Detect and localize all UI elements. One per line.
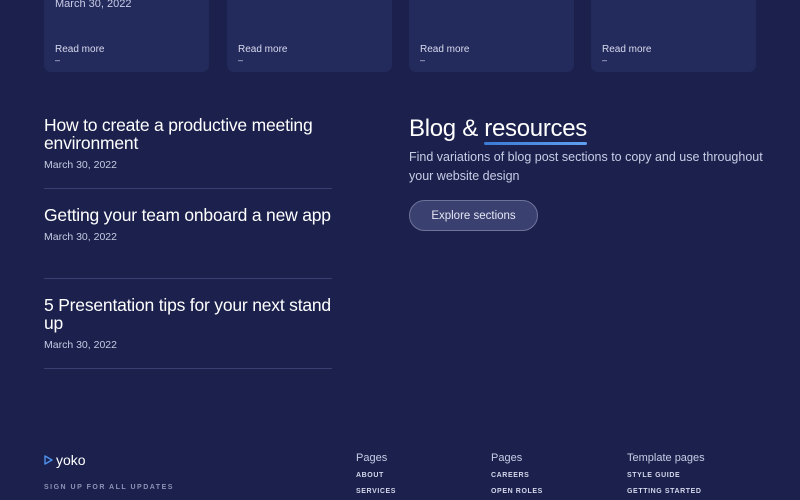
blog-card[interactable]: Read more – (227, 0, 392, 72)
post-item[interactable]: Getting your team onboard a new app Marc… (44, 206, 332, 279)
card-date: March 30, 2022 (55, 0, 132, 10)
footer-link-careers[interactable]: CAREERS (491, 472, 543, 479)
footer-link-style-guide[interactable]: STYLE GUIDE (627, 472, 705, 479)
play-triangle-icon (44, 455, 53, 465)
post-item[interactable]: How to create a productive meeting envir… (44, 116, 332, 189)
blog-card[interactable]: March 30, 2022 Read more – (44, 0, 209, 72)
read-more-link[interactable]: Read more (55, 44, 104, 55)
logo-text: yoko (56, 452, 86, 468)
logo[interactable]: yoko (44, 452, 86, 468)
post-date: March 30, 2022 (44, 159, 117, 171)
heading-prefix: Blog & (409, 115, 485, 142)
read-more-link[interactable]: Read more (238, 44, 287, 55)
footer-column: Pages CAREERS OPEN ROLES (491, 452, 543, 500)
blog-card[interactable]: Read more – (409, 0, 574, 72)
read-more-dash: – (55, 55, 61, 65)
read-more-dash: – (602, 55, 608, 65)
footer-column: Pages ABOUT SERVICES (356, 452, 396, 500)
read-more-dash: – (238, 55, 244, 65)
section-heading: Blog & resources (409, 115, 587, 145)
explore-sections-button[interactable]: Explore sections (409, 200, 538, 231)
post-title[interactable]: 5 Presentation tips for your next stand … (44, 296, 332, 332)
post-item[interactable]: 5 Presentation tips for your next stand … (44, 296, 332, 369)
footer-column-heading: Template pages (627, 452, 705, 464)
footer-link-services[interactable]: SERVICES (356, 488, 396, 495)
footer-link-about[interactable]: ABOUT (356, 472, 396, 479)
signup-label: SIGN UP FOR ALL UPDATES (44, 484, 174, 491)
footer-link-open-roles[interactable]: OPEN ROLES (491, 488, 543, 495)
post-date: March 30, 2022 (44, 339, 117, 351)
footer-column: Template pages STYLE GUIDE GETTING START… (627, 452, 705, 500)
footer-link-getting-started[interactable]: GETTING STARTED (627, 488, 705, 495)
read-more-dash: – (420, 55, 426, 65)
post-title[interactable]: Getting your team onboard a new app (44, 206, 332, 224)
blog-card[interactable]: Read more – (591, 0, 756, 72)
heading-highlight: resources (484, 115, 587, 145)
read-more-link[interactable]: Read more (420, 44, 469, 55)
footer-column-heading: Pages (356, 452, 388, 464)
read-more-link[interactable]: Read more (602, 44, 651, 55)
footer-column-heading: Pages (491, 452, 523, 464)
post-date: March 30, 2022 (44, 231, 117, 243)
post-title[interactable]: How to create a productive meeting envir… (44, 116, 332, 152)
section-description: Find variations of blog post sections to… (409, 150, 763, 183)
